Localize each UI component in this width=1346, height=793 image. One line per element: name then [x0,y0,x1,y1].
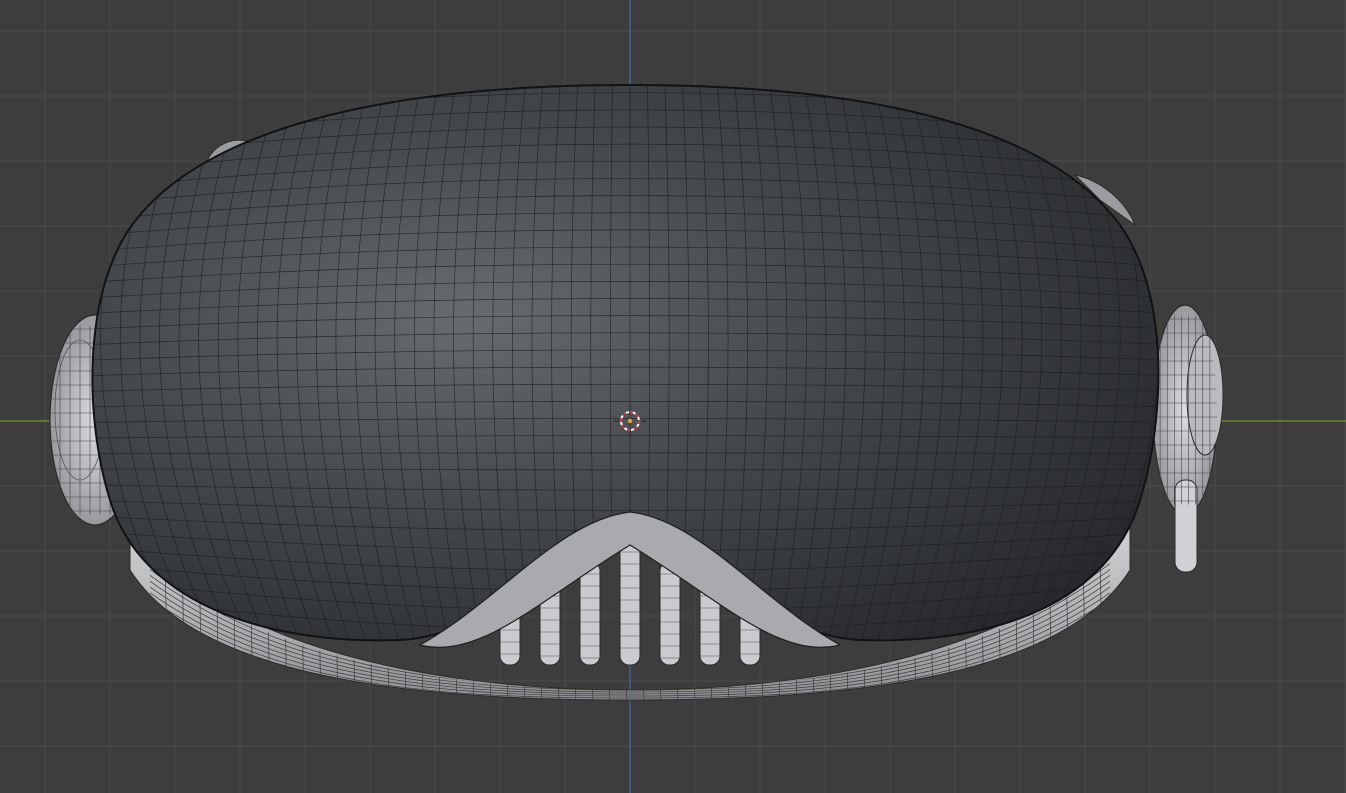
3d-viewport[interactable] [0,0,1346,793]
headset-model[interactable] [42,60,1224,710]
right-side-pod[interactable] [1152,304,1224,573]
